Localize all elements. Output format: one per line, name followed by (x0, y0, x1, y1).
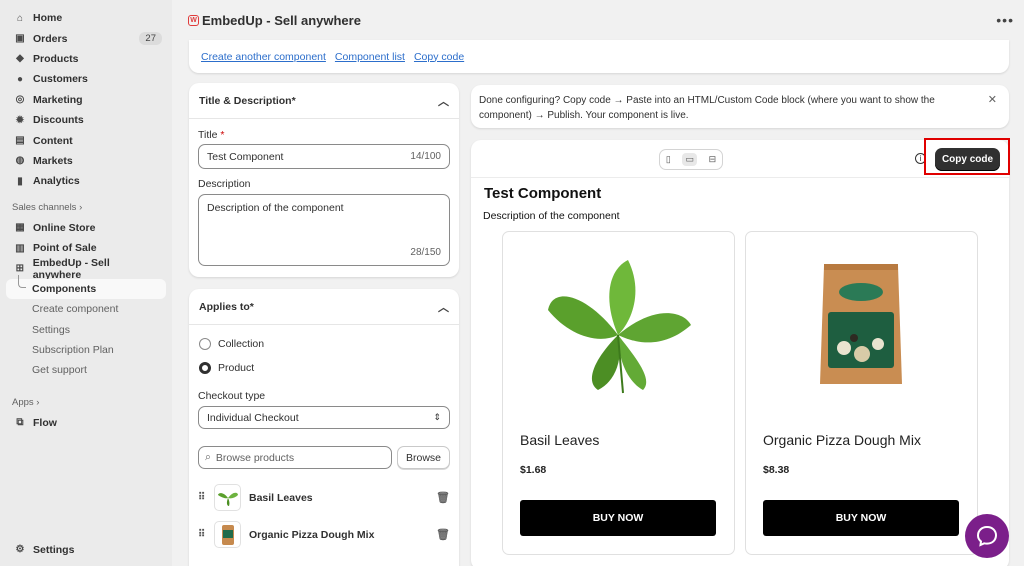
product-card: Organic Pizza Dough Mix $8.38 BUY NOW (745, 231, 978, 555)
drag-handle-icon[interactable]: ⠿ (198, 492, 214, 503)
search-icon: ⌕ (205, 451, 211, 463)
sidebar-subitem-components[interactable]: Components (6, 274, 166, 300)
chat-icon (976, 525, 998, 547)
home-icon: ⌂ (16, 12, 24, 24)
selected-product-row: ⠿ Basil Leaves 🗑 (198, 479, 450, 516)
gear-icon: ⚙ (15, 544, 25, 556)
component-preview: ▯ ▭ ⊟ i Copy code Test Component Descrip… (471, 140, 1009, 566)
checkout-type-label: Checkout type (198, 390, 266, 402)
copy-code-highlight-box (924, 138, 1010, 175)
app-header: W EmbedUp - Sell anywhere ••• (172, 0, 1024, 40)
more-actions-icon[interactable]: ••• (996, 12, 1014, 28)
chevron-right-icon: › (36, 397, 40, 409)
mobile-view-icon[interactable]: ▯ (666, 154, 671, 165)
desktop-view-icon[interactable]: ▭ (682, 153, 697, 166)
sidebar-item-settings[interactable]: ⚙ Settings (0, 540, 88, 560)
radio-collection[interactable]: Collection (199, 332, 449, 356)
select-arrows-icon: ⇕ (433, 412, 441, 422)
product-name: Basil Leaves (520, 432, 600, 448)
sidebar-item-products[interactable]: ◆ Products (0, 49, 172, 69)
trash-icon[interactable]: 🗑 (436, 528, 450, 541)
radio-button[interactable] (199, 338, 211, 350)
browse-button[interactable]: Browse (396, 446, 450, 469)
sidebar-item-online-store[interactable]: ▦ Online Store (0, 218, 172, 238)
orders-count-badge: 27 (139, 32, 162, 46)
tag-icon: ◆ (16, 53, 24, 65)
sidebar-item-markets[interactable]: ◍ Markets (0, 151, 172, 171)
description-label: Description (198, 178, 251, 190)
chevron-right-icon: › (79, 202, 83, 214)
drag-handle-icon[interactable]: ⠿ (198, 529, 214, 540)
selected-product-row: ⠿ Organic Pizza Dough Mix 🗑 (198, 516, 450, 553)
create-another-component-link[interactable]: Create another component (201, 51, 326, 63)
instructions-banner: Done configuring? Copy code → Paste into… (471, 85, 1009, 128)
product-price: $1.68 (520, 464, 547, 476)
target-icon: ◎ (15, 94, 25, 106)
embedup-logo-icon: W (188, 14, 199, 26)
discount-icon: ✹ (15, 114, 25, 126)
product-name: Organic Pizza Dough Mix (763, 432, 921, 448)
product-price: $8.38 (763, 464, 790, 476)
title-label: Title * (198, 129, 225, 141)
radio-button-selected[interactable] (199, 362, 211, 374)
page-title: EmbedUp - Sell anywhere (202, 12, 361, 28)
bar-chart-icon: ▮ (17, 175, 23, 187)
basil-leaves-image (533, 250, 703, 400)
sidebar-item-home[interactable]: ⌂ Home (0, 8, 172, 28)
pizza-dough-image (776, 250, 946, 400)
product-search-row: ⌕ Browse products Browse (198, 446, 450, 469)
sidebar-item-marketing[interactable]: ◎ Marketing (0, 90, 172, 110)
component-list-link[interactable]: Component list (335, 51, 405, 63)
title-char-count: 14/100 (410, 151, 441, 162)
sidebar-subitem-get-support[interactable]: Get support (0, 360, 172, 380)
device-toggle: ▯ ▭ ⊟ (659, 149, 723, 170)
store-icon: ▦ (15, 222, 25, 234)
description-char-count: 28/150 (410, 247, 441, 258)
sidebar-item-analytics[interactable]: ▮ Analytics (0, 171, 172, 191)
product-card: Basil Leaves $1.68 BUY NOW (502, 231, 735, 555)
applies-to-header[interactable]: Applies to* ︿ (189, 289, 459, 325)
radio-product[interactable]: Product (199, 356, 449, 380)
embedup-icon: ⊞ (15, 262, 25, 274)
apps-label[interactable]: Apps › (0, 393, 172, 413)
sidebar-item-point-of-sale[interactable]: ▥ Point of Sale (0, 238, 172, 258)
copy-code-link[interactable]: Copy code (414, 51, 464, 63)
flow-icon: ⧉ (16, 417, 24, 429)
sidebar-item-discounts[interactable]: ✹ Discounts (0, 110, 172, 130)
preview-component-title: Test Component (484, 185, 602, 202)
description-textarea[interactable]: Description of the component 28/150 (198, 194, 450, 266)
chevron-up-icon[interactable]: ︿ (438, 93, 449, 109)
sidebar-item-orders[interactable]: ▣ Orders 27 (0, 28, 172, 48)
preview-component-description: Description of the component (483, 210, 620, 222)
sales-channels-label[interactable]: Sales channels › (0, 198, 172, 218)
sidebar-item-flow[interactable]: ⧉ Flow (0, 413, 172, 433)
pos-icon: ▥ (15, 242, 25, 254)
buy-now-button[interactable]: BUY NOW (520, 500, 716, 536)
checkout-type-select[interactable]: Individual Checkout ⇕ (198, 406, 450, 429)
sidebar-subitem-subscription-plan[interactable]: Subscription Plan (0, 340, 172, 360)
sidebar-item-customers[interactable]: ● Customers (0, 69, 172, 89)
title-description-card: Title & Description* ︿ Title * Test Comp… (189, 83, 459, 277)
sidebar-item-content[interactable]: ▤ Content (0, 130, 172, 150)
sidebar-subitem-settings[interactable]: Settings (0, 319, 172, 339)
sidebar: ⌂ Home ▣ Orders 27 ◆ Products ● Customers ◎ Ma… (0, 0, 172, 566)
applies-to-card: Applies to* ︿ Collection Product Checkou… (189, 289, 459, 566)
close-icon[interactable]: ✕ (988, 93, 997, 108)
title-description-header[interactable]: Title & Description* ︿ (189, 83, 459, 119)
orders-icon: ▣ (15, 33, 25, 45)
person-icon: ● (16, 73, 24, 85)
pizza-dough-thumbnail (214, 521, 241, 548)
sidebar-subitem-create-component[interactable]: Create component (0, 299, 172, 319)
globe-icon: ◍ (15, 155, 25, 167)
chevron-up-icon[interactable]: ︿ (438, 299, 449, 315)
content-icon: ▤ (15, 135, 25, 147)
browse-products-input[interactable]: ⌕ Browse products (198, 446, 392, 469)
fullwidth-view-icon[interactable]: ⊟ (709, 154, 717, 165)
trash-icon[interactable]: 🗑 (436, 491, 450, 504)
link-bar: Create another component Component list … (189, 40, 1009, 73)
title-input[interactable]: Test Component 14/100 (198, 144, 450, 169)
buy-now-button[interactable]: BUY NOW (763, 500, 959, 536)
basil-thumbnail (214, 484, 241, 511)
chat-widget-button[interactable] (965, 514, 1009, 558)
